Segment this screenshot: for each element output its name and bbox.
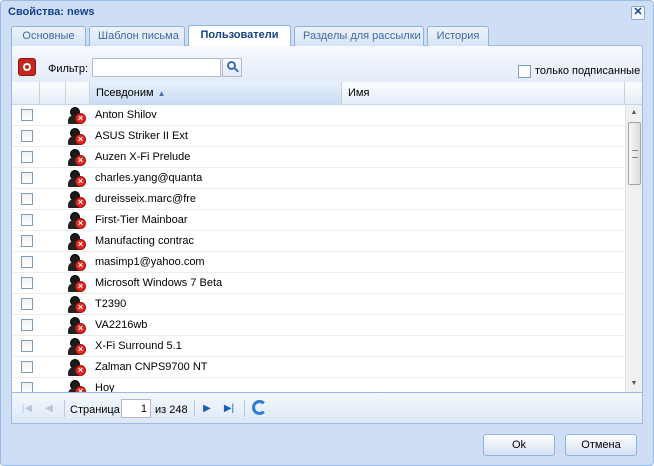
table-row[interactable]: × Hoy [12, 378, 624, 392]
user-disabled-icon: × [68, 359, 86, 377]
user-disabled-icon: × [68, 233, 86, 251]
user-disabled-icon: × [68, 107, 86, 125]
row-checkbox[interactable] [21, 382, 33, 392]
table-row[interactable]: × Manufacting contrac [12, 231, 624, 252]
user-disabled-icon: × [68, 380, 86, 392]
row-checkbox[interactable] [21, 151, 33, 163]
row-checkbox[interactable] [21, 130, 33, 142]
row-alias: Zalman CNPS9700 NT [95, 361, 208, 373]
users-grid-body: × Anton Shilov × ASUS Striker II Ext × Auzen … [12, 105, 624, 392]
filter-input[interactable] [92, 58, 221, 77]
last-page-icon[interactable]: ▶| [222, 402, 236, 416]
table-row[interactable]: × dureisseix.marc@fre [12, 189, 624, 210]
first-page-icon[interactable]: |◀ [20, 402, 34, 416]
grid-vertical-scrollbar[interactable]: ▲ ▼ [625, 105, 642, 392]
row-alias: Manufacting contrac [95, 235, 195, 247]
cancel-button[interactable]: Отмена [565, 434, 637, 456]
sort-ascending-icon: ▲ [157, 89, 166, 98]
row-alias: ASUS Striker II Ext [95, 130, 188, 142]
subscribed-only-checkbox[interactable] [518, 65, 531, 78]
user-disabled-icon: × [68, 191, 86, 209]
user-disabled-icon: × [68, 254, 86, 272]
header-alias-label: Псевдоним [96, 87, 154, 99]
filter-label: Фильтр: [48, 63, 89, 75]
properties-dialog: Свойства: news ✕ Основные Шаблон письма … [0, 0, 654, 466]
pagination-toolbar: |◀ ◀ Страница из 248 ▶ ▶| [12, 392, 642, 423]
table-row[interactable]: × Microsoft Windows 7 Beta [12, 273, 624, 294]
tab-mailing-sections[interactable]: Разделы для рассылки [294, 26, 424, 46]
row-alias: X-Fi Surround 5.1 [95, 340, 182, 352]
user-disabled-icon: × [68, 149, 86, 167]
scroll-thumb[interactable] [628, 122, 641, 185]
row-alias: VA2216wb [95, 319, 148, 331]
user-disabled-icon: × [68, 275, 86, 293]
row-alias: charles.yang@quanta [95, 172, 203, 184]
row-checkbox[interactable] [21, 256, 33, 268]
header-spacer-column [40, 82, 66, 104]
row-checkbox[interactable] [21, 214, 33, 226]
next-page-icon[interactable]: ▶ [200, 402, 214, 416]
header-name[interactable]: Имя [342, 82, 625, 104]
header-name-label: Имя [348, 87, 370, 99]
table-row[interactable]: × T2390 [12, 294, 624, 315]
row-checkbox[interactable] [21, 361, 33, 373]
row-alias: Anton Shilov [95, 109, 157, 121]
table-row[interactable]: × VA2216wb [12, 315, 624, 336]
tab-users[interactable]: Пользователи [188, 25, 291, 47]
scroll-up-icon[interactable]: ▲ [626, 105, 642, 121]
table-row[interactable]: × masimp1@yahoo.com [12, 252, 624, 273]
tab-history[interactable]: История [427, 26, 489, 46]
page-number-input[interactable] [121, 399, 151, 418]
user-disabled-icon: × [68, 212, 86, 230]
row-checkbox[interactable] [21, 172, 33, 184]
header-icon-column [66, 82, 90, 104]
header-alias[interactable]: Псевдоним ▲ [90, 82, 342, 104]
page-label: Страница [70, 404, 120, 416]
scroll-down-icon[interactable]: ▼ [626, 376, 642, 392]
table-row[interactable]: × Anton Shilov [12, 105, 624, 126]
dialog-title: Свойства: news [8, 6, 95, 18]
user-disabled-icon: × [68, 170, 86, 188]
table-row[interactable]: × Zalman CNPS9700 NT [12, 357, 624, 378]
user-disabled-icon: × [68, 317, 86, 335]
refresh-icon[interactable] [252, 400, 267, 415]
table-row[interactable]: × First-Tier Mainboar [12, 210, 624, 231]
subscribed-only-label: только подписанные [535, 65, 641, 77]
user-disabled-icon: × [68, 128, 86, 146]
row-alias: Microsoft Windows 7 Beta [95, 277, 223, 289]
row-alias: dureisseix.marc@fre [95, 193, 197, 205]
user-disabled-icon: × [68, 338, 86, 356]
close-button[interactable]: ✕ [631, 6, 645, 20]
row-checkbox[interactable] [21, 319, 33, 331]
user-disabled-icon: × [68, 296, 86, 314]
settings-gear-icon[interactable] [18, 58, 36, 76]
search-button[interactable] [222, 58, 242, 77]
row-checkbox[interactable] [21, 277, 33, 289]
tab-email-template[interactable]: Шаблон письма [89, 26, 185, 46]
row-alias: Hoy [95, 382, 115, 392]
tab-strip: Основные Шаблон письма Пользователи Разд… [11, 25, 643, 47]
page-total: из 248 [155, 404, 188, 416]
users-panel: Фильтр: только подписанные Псевдоним ▲ Им… [11, 46, 643, 424]
row-alias: First-Tier Mainboar [95, 214, 188, 226]
row-alias: Auzen X-Fi Prelude [95, 151, 191, 163]
ok-button[interactable]: Ok [483, 434, 555, 456]
row-checkbox[interactable] [21, 298, 33, 310]
row-checkbox[interactable] [21, 193, 33, 205]
users-toolbar: Фильтр: только подписанные [12, 46, 642, 82]
grid-header: Псевдоним ▲ Имя [12, 82, 642, 105]
table-row[interactable]: × ASUS Striker II Ext [12, 126, 624, 147]
table-row[interactable]: × Auzen X-Fi Prelude [12, 147, 624, 168]
row-checkbox[interactable] [21, 340, 33, 352]
tab-general[interactable]: Основные [11, 26, 86, 46]
row-checkbox[interactable] [21, 109, 33, 121]
table-row[interactable]: × charles.yang@quanta [12, 168, 624, 189]
row-alias: T2390 [95, 298, 127, 310]
table-row[interactable]: × X-Fi Surround 5.1 [12, 336, 624, 357]
prev-page-icon[interactable]: ◀ [42, 402, 56, 416]
header-checkbox-column[interactable] [12, 82, 40, 104]
row-alias: masimp1@yahoo.com [95, 256, 205, 268]
row-checkbox[interactable] [21, 235, 33, 247]
